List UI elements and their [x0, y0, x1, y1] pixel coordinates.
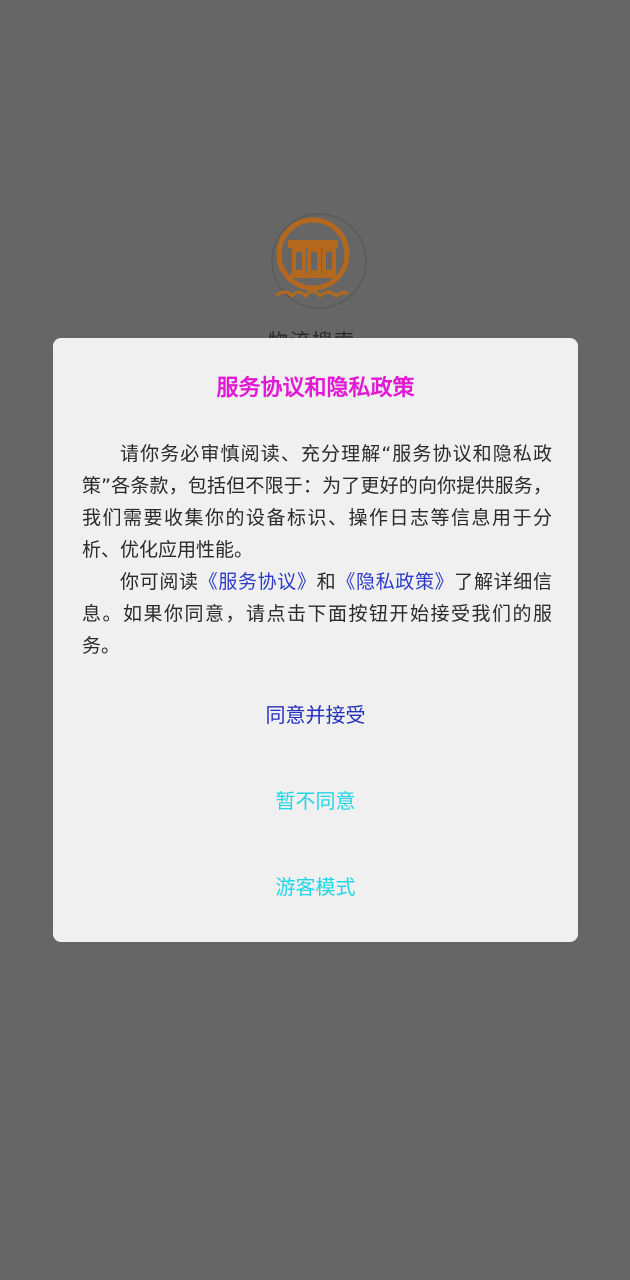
paragraph-2-prefix: 你可阅读 — [120, 571, 199, 593]
service-agreement-link[interactable]: 《服务协议》 — [199, 571, 317, 593]
app-logo-icon — [268, 210, 370, 312]
dialog-title: 服务协议和隐私政策 — [216, 376, 415, 401]
dialog-paragraph-1: 请你务必审慎阅读、充分理解“服务协议和隐私政策”各条款，包括但不限于：为了更好的… — [82, 443, 552, 561]
agree-button[interactable]: 同意并接受 — [53, 695, 578, 735]
screen: 物流搜索 服务协议和隐私政策 请你务必审慎阅读、充分理解“服务协议和隐私政策”各… — [0, 0, 630, 1280]
privacy-policy-link[interactable]: 《隐私政策》 — [336, 571, 454, 593]
decline-button[interactable]: 暂不同意 — [53, 781, 578, 821]
guest-mode-button[interactable]: 游客模式 — [53, 867, 578, 907]
dialog-body: 请你务必审慎阅读、充分理解“服务协议和隐私政策”各条款，包括但不限于：为了更好的… — [82, 438, 552, 662]
privacy-dialog: 服务协议和隐私政策 请你务必审慎阅读、充分理解“服务协议和隐私政策”各条款，包括… — [53, 338, 578, 942]
dialog-paragraph-2: 你可阅读《服务协议》和《隐私政策》了解详细信息。如果你同意，请点击下面按钮开始接… — [82, 566, 552, 662]
paragraph-2-and: 和 — [316, 571, 337, 593]
